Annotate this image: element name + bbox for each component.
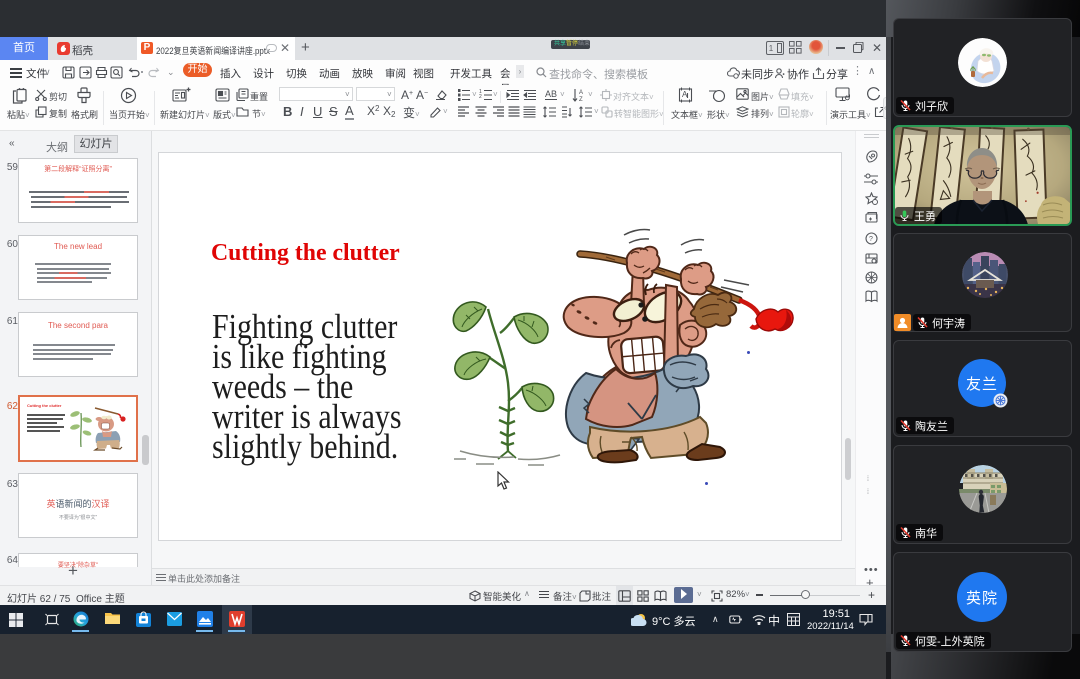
svg-text:2: 2 <box>479 94 482 100</box>
svg-text:Z: Z <box>579 97 583 102</box>
svg-text:?: ? <box>869 236 873 243</box>
svg-text:A: A <box>579 90 583 96</box>
svg-text:1: 1 <box>769 44 774 53</box>
